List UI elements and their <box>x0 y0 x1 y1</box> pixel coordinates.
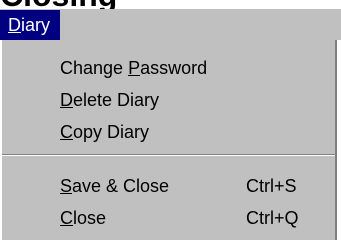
menu-bar: Diary <box>0 9 341 40</box>
label-suffix: elete Diary <box>73 90 160 110</box>
menu-item-save-and-close[interactable]: Save & Close Ctrl+S <box>2 170 335 202</box>
label-suffix: lose <box>73 208 107 228</box>
label-mnemonic: P <box>128 58 141 78</box>
label-mnemonic: S <box>60 176 73 196</box>
label-suffix: ave & Close <box>72 176 170 196</box>
menu-diary-label: iary <box>21 15 51 35</box>
label-suffix: assword <box>140 58 208 78</box>
label-suffix: opy Diary <box>73 122 150 142</box>
label-mnemonic: D <box>60 90 73 110</box>
menu-item-label: Save & Close <box>60 170 169 202</box>
menu-item-copy-diary[interactable]: Copy Diary <box>2 116 335 148</box>
menu-item-delete-diary[interactable]: Delete Diary <box>2 84 335 116</box>
label-mnemonic: C <box>60 122 73 142</box>
label-prefix: Change <box>60 58 129 78</box>
menu-item-label: Change Password <box>60 52 207 84</box>
shortcut-hint: Ctrl+S <box>246 176 297 196</box>
menu-item-label: Delete Diary <box>60 84 159 116</box>
menu-item-change-password[interactable]: Change Password <box>2 52 335 84</box>
menu-item-close[interactable]: Close Ctrl+Q <box>2 202 335 234</box>
menu-item-label: Copy Diary <box>60 116 149 148</box>
screenshot-root: Closing Diary Change Password Delete Dia… <box>0 0 341 240</box>
shortcut-hint: Ctrl+Q <box>246 208 299 228</box>
menu-diary[interactable]: Diary <box>0 10 61 40</box>
diary-dropdown-menu: Change Password Delete Diary Copy Diary … <box>0 40 337 240</box>
menu-item-label: Close <box>60 202 106 234</box>
label-mnemonic: C <box>60 208 73 228</box>
menu-diary-mnemonic: D <box>8 15 21 35</box>
menu-separator <box>2 154 335 156</box>
